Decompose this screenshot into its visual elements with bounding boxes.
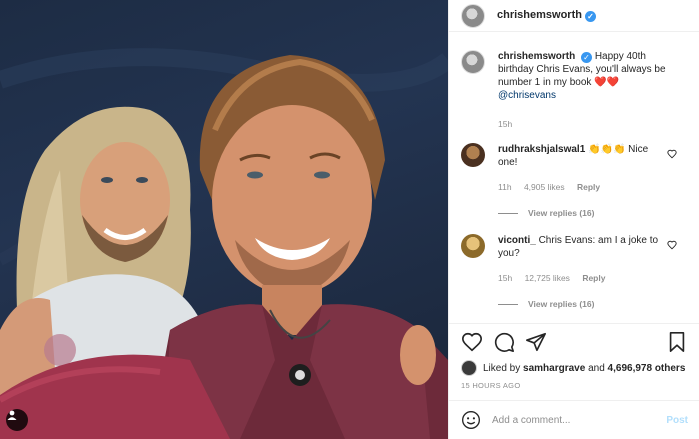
comment-likes[interactable]: 12,725 likes	[525, 273, 570, 283]
liker-avatar	[461, 360, 477, 376]
action-bar	[449, 324, 699, 360]
caption-body: chrishemsworth ✓ Happy 40th birthday Chr…	[498, 50, 670, 131]
comment-body: rudhrakshjalswal1 👏👏👏 Nice one! 11h 4,90…	[498, 143, 670, 220]
comment-likes[interactable]: 4,905 likes	[524, 182, 565, 192]
comment-age: 11h	[498, 182, 512, 192]
replies-divider	[498, 213, 518, 214]
comment-heart-icon[interactable]	[667, 149, 677, 159]
view-replies-label: View replies (16)	[528, 208, 595, 218]
comment-item: viconti_ Chris Evans: am I a joke to you…	[449, 234, 699, 311]
comment-username[interactable]: rudhrakshjalswal1	[498, 144, 585, 155]
verified-badge-icon: ✓	[581, 52, 593, 63]
comment-heart-icon[interactable]	[667, 240, 677, 250]
comment-meta: 11h 4,905 likes Reply	[498, 181, 670, 194]
paper-plane-icon[interactable]	[525, 331, 547, 353]
comment-meta: 15h 12,725 likes Reply	[498, 272, 670, 285]
comment-body: viconti_ Chris Evans: am I a joke to you…	[498, 234, 670, 311]
reply-button[interactable]: Reply	[577, 182, 600, 192]
post-timestamp[interactable]: 15 HOURS AGO	[449, 376, 699, 390]
commenter-avatar[interactable]	[461, 143, 485, 167]
caption-age: 15h	[498, 119, 513, 129]
comments-section: chrishemsworth ✓ Happy 40th birthday Chr…	[449, 50, 699, 311]
verified-badge-icon: ✓	[584, 11, 596, 22]
smiley-icon[interactable]	[461, 410, 481, 430]
add-comment-bar: Add a comment... Post	[449, 400, 699, 439]
post-photo[interactable]	[0, 0, 448, 439]
view-replies-button[interactable]: View replies (16)	[498, 207, 670, 220]
post-comment-button[interactable]: Post	[666, 415, 688, 426]
caption-username[interactable]: chrishemsworth	[498, 51, 575, 62]
view-replies-label: View replies (16)	[528, 299, 595, 309]
caption: chrishemsworth ✓ Happy 40th birthday Chr…	[449, 50, 699, 131]
likes-text: Liked by samhargrave and 4,696,978 other…	[483, 362, 686, 374]
add-comment-input[interactable]: Add a comment...	[492, 415, 666, 426]
user-tag-icon[interactable]	[6, 409, 28, 431]
instagram-post-modal: chrishemsworth ✓ chrishemsworth ✓ Happy 4…	[0, 0, 699, 439]
selfie-illustration	[0, 48, 448, 439]
author-username[interactable]: chrishemsworth ✓	[497, 9, 596, 22]
post-header: chrishemsworth ✓	[449, 0, 699, 32]
comment-icon[interactable]	[493, 331, 515, 353]
replies-divider	[498, 304, 518, 305]
post-actions-area: Liked by samhargrave and 4,696,978 other…	[449, 323, 699, 390]
bookmark-icon[interactable]	[666, 331, 688, 353]
view-replies-button[interactable]: View replies (16)	[498, 298, 670, 311]
heart-icon[interactable]	[461, 331, 483, 353]
comment-username[interactable]: viconti_	[498, 235, 536, 246]
commenter-avatar[interactable]	[461, 234, 485, 258]
comment-age: 15h	[498, 273, 513, 283]
reply-button[interactable]: Reply	[582, 273, 605, 283]
post-side-panel: chrishemsworth ✓ chrishemsworth ✓ Happy 4…	[448, 0, 699, 439]
caption-mention-link[interactable]: @chrisevans	[498, 90, 556, 101]
caption-avatar[interactable]	[461, 50, 485, 74]
author-avatar[interactable]	[461, 3, 485, 28]
caption-meta: 15h	[498, 118, 670, 131]
comment-item: rudhrakshjalswal1 👏👏👏 Nice one! 11h 4,90…	[449, 143, 699, 220]
likes-summary[interactable]: Liked by samhargrave and 4,696,978 other…	[449, 360, 699, 376]
